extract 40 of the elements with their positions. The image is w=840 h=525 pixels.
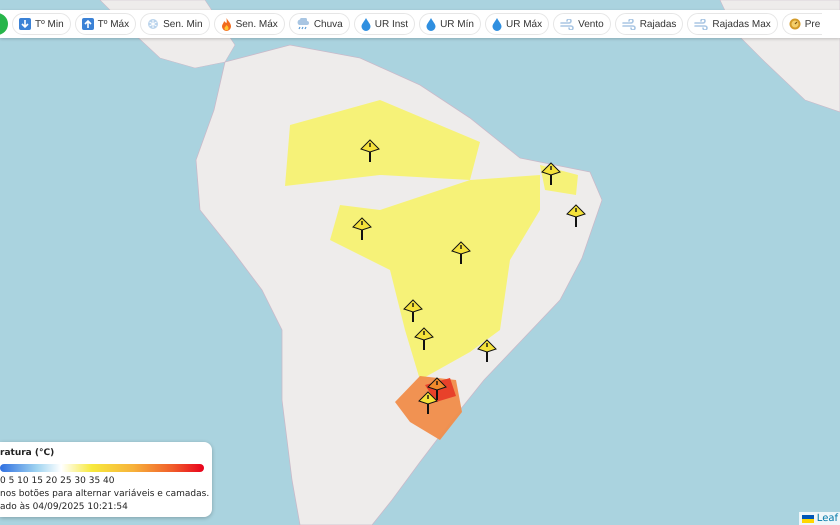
attribution-link[interactable]: Leaf bbox=[798, 512, 840, 525]
layer-button[interactable]: Rajadas bbox=[614, 13, 684, 35]
warning-sign-icon[interactable] bbox=[418, 391, 438, 414]
warning-sign-icon[interactable] bbox=[403, 299, 423, 322]
water-drop-icon bbox=[426, 18, 436, 30]
layer-button[interactable]: Tº Máx bbox=[74, 13, 136, 35]
gauge-icon bbox=[788, 18, 801, 30]
warning-sign-icon[interactable] bbox=[541, 162, 561, 185]
rain-cloud-icon bbox=[296, 18, 310, 30]
layer-button[interactable]: Sen. Min bbox=[140, 13, 210, 35]
updated-text: ado às 04/09/2025 10:21:54 bbox=[0, 501, 129, 514]
warning-sign-icon[interactable] bbox=[451, 241, 471, 264]
snowflake-icon bbox=[147, 18, 160, 30]
warning-sign-icon[interactable] bbox=[360, 139, 380, 162]
wind-icon bbox=[560, 18, 574, 30]
flag-icon bbox=[802, 514, 814, 522]
scale-labels: 0 5 10 15 20 25 30 35 40 bbox=[0, 475, 116, 488]
layer-button[interactable]: Chuva bbox=[288, 13, 350, 35]
layer-button[interactable]: UR Máx bbox=[484, 13, 550, 35]
warning-sign-icon[interactable] bbox=[352, 217, 372, 240]
warning-sign-icon[interactable] bbox=[477, 339, 497, 362]
hint-text: nos botões para alternar variáveis e camadas. bbox=[0, 488, 208, 501]
layer-button[interactable]: UR Mín bbox=[419, 13, 481, 35]
layer-button[interactable]: Rajadas Max bbox=[687, 13, 778, 35]
wind-icon bbox=[622, 18, 636, 30]
layer-button[interactable]: UR Inst bbox=[354, 13, 416, 35]
flame-icon bbox=[220, 18, 232, 30]
layer-button[interactable]: Pre bbox=[782, 13, 822, 35]
layer-button[interactable]: Tº Min bbox=[12, 13, 71, 35]
layer-button[interactable]: Vento bbox=[553, 13, 611, 35]
down-arrow-icon bbox=[19, 18, 31, 30]
up-arrow-icon bbox=[82, 18, 94, 30]
water-drop-icon bbox=[360, 18, 371, 30]
legend-title: ratura (°C) bbox=[0, 447, 56, 460]
layer-button[interactable]: Sen. Máx bbox=[214, 13, 285, 35]
warning-sign-icon[interactable] bbox=[427, 377, 447, 400]
wind-icon bbox=[694, 18, 708, 30]
warning-sign-icon[interactable] bbox=[566, 204, 586, 227]
water-drop-icon bbox=[492, 18, 502, 30]
warning-sign-icon[interactable] bbox=[414, 327, 434, 350]
